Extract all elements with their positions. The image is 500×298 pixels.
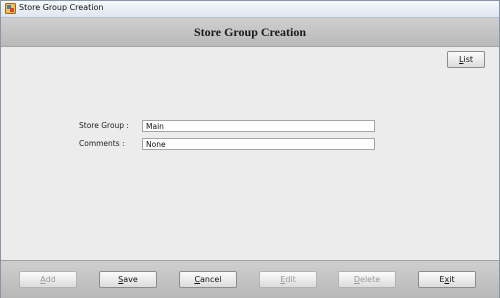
list-button[interactable]: List xyxy=(447,51,485,68)
store-group-label: Store Group : xyxy=(79,121,129,130)
edit-button-label-post: dit xyxy=(285,275,296,284)
app-icon xyxy=(5,3,16,14)
comments-label: Comments : xyxy=(79,139,125,148)
cancel-button[interactable]: Cancel xyxy=(179,271,237,288)
action-bar: Add Save Cancel Edit Delete Exit xyxy=(1,260,499,298)
add-button-label-post: dd xyxy=(45,275,56,284)
delete-button[interactable]: Delete xyxy=(338,271,396,288)
window-title: Store Group Creation xyxy=(19,3,104,12)
save-button[interactable]: Save xyxy=(99,271,157,288)
exit-button[interactable]: Exit xyxy=(418,271,476,288)
delete-button-label-post: elete xyxy=(360,275,381,284)
page-title: Store Group Creation xyxy=(193,25,306,39)
add-button[interactable]: Add xyxy=(19,271,77,288)
app-window: Store Group Creation Store Group Creatio… xyxy=(0,0,500,298)
save-button-label-post: ave xyxy=(123,275,138,284)
comments-input[interactable] xyxy=(142,138,375,150)
title-bar[interactable]: Store Group Creation xyxy=(1,1,499,18)
list-button-label-post: ist xyxy=(463,55,473,64)
exit-button-label-post: it xyxy=(449,275,455,284)
edit-button[interactable]: Edit xyxy=(259,271,317,288)
store-group-input[interactable] xyxy=(142,120,375,132)
page-header: Store Group Creation xyxy=(1,18,499,47)
cancel-button-label-post: ancel xyxy=(200,275,222,284)
